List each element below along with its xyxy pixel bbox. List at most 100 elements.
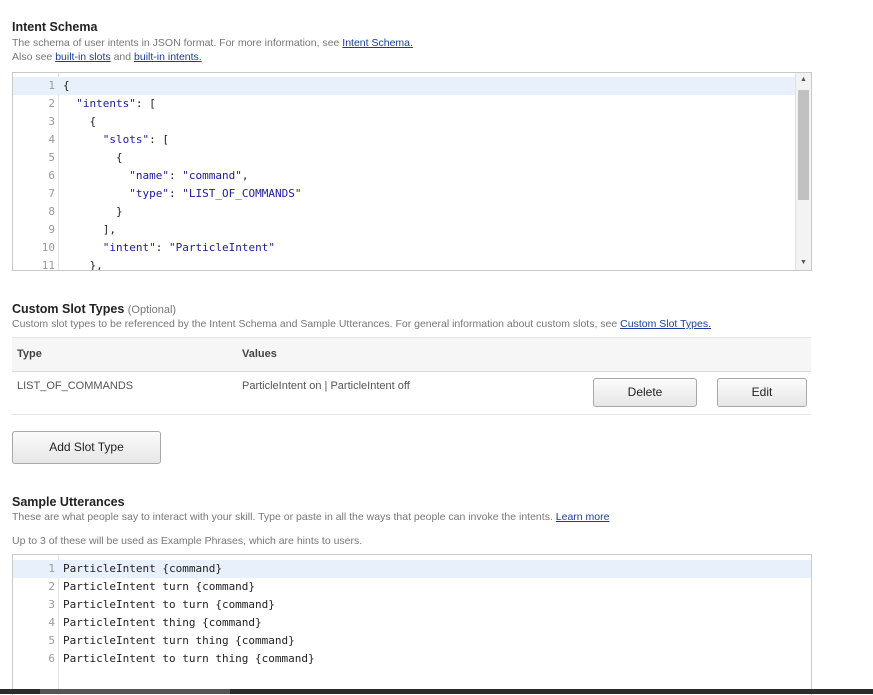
built-in-intents-link[interactable]: built-in intents. xyxy=(134,51,202,63)
intent-schema-link[interactable]: Intent Schema. xyxy=(342,37,413,49)
code-text: ], xyxy=(63,221,116,239)
custom-slot-types-title: Custom Slot Types (Optional) xyxy=(12,302,176,316)
utterance-text: ParticleIntent {command} xyxy=(63,562,222,575)
json-punctuation: }, xyxy=(63,259,103,271)
utterance-line[interactable]: 2 ParticleIntent turn {command} xyxy=(13,578,811,596)
line-number: 6 xyxy=(48,169,55,182)
json-punctuation: { xyxy=(63,79,70,92)
code-line[interactable]: 7 "type": "LIST_OF_COMMANDS" xyxy=(13,185,796,203)
custom-slot-types-desc-text: Custom slot types to be referenced by th… xyxy=(12,318,621,330)
json-punctuation: : xyxy=(168,169,183,182)
line-number: 4 xyxy=(48,616,55,629)
code-text: "intent": "ParticleIntent" xyxy=(63,239,275,257)
intent-schema-description: The schema of user intents in JSON forma… xyxy=(12,36,413,64)
utterance-line[interactable]: 3 ParticleIntent to turn {command} xyxy=(13,596,811,614)
json-punctuation xyxy=(63,97,76,110)
code-text: { xyxy=(63,113,96,131)
line-number: 2 xyxy=(48,580,55,593)
json-punctuation: : xyxy=(168,187,183,200)
line-number: 1 xyxy=(48,79,55,92)
intent-schema-desc-text-2: Also see xyxy=(12,51,56,63)
line-number: 5 xyxy=(48,634,55,647)
triangle-down-icon[interactable]: ▼ xyxy=(796,256,811,270)
optional-label: (Optional) xyxy=(127,304,177,316)
triangle-up-icon[interactable]: ▲ xyxy=(796,73,811,87)
json-punctuation xyxy=(63,133,103,146)
utterance-text: ParticleIntent turn thing {command} xyxy=(63,634,295,647)
json-string: "name" xyxy=(129,169,169,182)
code-line[interactable]: 8 } xyxy=(13,203,796,221)
code-text: "type": "LIST_OF_COMMANDS" xyxy=(63,185,301,203)
sample-utterances-description: These are what people say to interact wi… xyxy=(12,510,609,524)
intent-schema-editor[interactable]: 1{2 "intents": [3 {4 "slots": [5 {6 "nam… xyxy=(12,72,812,271)
delete-button[interactable]: Delete xyxy=(593,378,697,407)
slot-type-values: ParticleIntent on | ParticleIntent off xyxy=(242,380,410,392)
add-slot-type-button[interactable]: Add Slot Type xyxy=(12,431,161,464)
utterance-line[interactable]: 4 ParticleIntent thing {command} xyxy=(13,614,811,632)
json-punctuation xyxy=(63,241,103,254)
utterance-line[interactable]: 6 ParticleIntent to turn thing {command} xyxy=(13,650,811,668)
line-number: 3 xyxy=(48,115,55,128)
intent-schema-desc-text: The schema of user intents in JSON forma… xyxy=(12,37,343,49)
json-punctuation: } xyxy=(63,205,123,218)
json-string: "command" xyxy=(182,169,242,182)
custom-slot-types-link[interactable]: Custom Slot Types. xyxy=(620,318,711,330)
sample-utterances-editor[interactable]: 1 ParticleIntent {command} 2 ParticleIntent… xyxy=(12,554,812,695)
line-number: 9 xyxy=(48,223,55,236)
line-number: 10 xyxy=(41,241,55,254)
utterance-line[interactable]: 5 ParticleIntent turn thing {command} xyxy=(13,632,811,650)
intent-schema-desc-and: and xyxy=(110,51,135,63)
learn-more-link[interactable]: Learn more xyxy=(556,511,610,523)
line-number: 11 xyxy=(41,259,55,271)
json-string: "LIST_OF_COMMANDS" xyxy=(182,187,302,200)
code-line[interactable]: 9 ], xyxy=(13,221,796,239)
code-text: "intents": [ xyxy=(63,95,155,113)
custom-slot-types-description: Custom slot types to be referenced by th… xyxy=(12,317,711,331)
json-string: "ParticleIntent" xyxy=(168,241,275,254)
line-number: 1 xyxy=(48,562,55,575)
line-number: 5 xyxy=(48,151,55,164)
utterance-text: ParticleIntent to turn {command} xyxy=(63,598,275,611)
slot-types-table-header: Type Values xyxy=(12,337,811,372)
json-punctuation xyxy=(63,169,129,182)
utterance-line[interactable]: 1 ParticleIntent {command} xyxy=(13,560,811,578)
json-punctuation: : [ xyxy=(149,133,169,146)
json-punctuation: { xyxy=(63,115,97,128)
line-number: 8 xyxy=(48,205,55,218)
json-punctuation: ], xyxy=(63,223,116,236)
utterance-text: ParticleIntent turn {command} xyxy=(63,580,256,593)
sample-utterances-title: Sample Utterances xyxy=(12,495,125,509)
code-line[interactable]: 3 { xyxy=(13,113,796,131)
json-punctuation: , xyxy=(241,169,249,182)
code-line[interactable]: 10 "intent": "ParticleIntent" xyxy=(13,239,796,257)
bottom-scrollbar[interactable] xyxy=(0,689,873,694)
custom-slot-types-title-text: Custom Slot Types xyxy=(12,302,125,316)
edit-button[interactable]: Edit xyxy=(717,378,807,407)
line-number: 6 xyxy=(48,652,55,665)
built-in-slots-link[interactable]: built-in slots xyxy=(55,51,110,63)
code-line[interactable]: 2 "intents": [ xyxy=(13,95,796,113)
example-phrases-note: Up to 3 of these will be used as Example… xyxy=(12,535,363,547)
json-string: "intent" xyxy=(102,241,156,254)
sample-utterances-desc-text: These are what people say to interact wi… xyxy=(12,511,556,523)
json-string: "intents" xyxy=(76,97,136,110)
line-number: 4 xyxy=(48,133,55,146)
code-line[interactable]: 4 "slots": [ xyxy=(13,131,796,149)
code-line[interactable]: 11 }, xyxy=(13,257,796,271)
code-line[interactable]: 5 { xyxy=(13,149,796,167)
utterance-text: ParticleIntent to turn thing {command} xyxy=(63,652,315,665)
editor-scrollbar[interactable]: ▲ ▼ xyxy=(795,73,811,270)
line-number: 3 xyxy=(48,598,55,611)
code-text: }, xyxy=(63,257,103,271)
code-line[interactable]: 6 "name": "command", xyxy=(13,167,796,185)
code-text: { xyxy=(63,77,70,95)
utterance-text: ParticleIntent thing {command} xyxy=(63,616,262,629)
scrollbar-thumb[interactable] xyxy=(798,90,809,200)
code-text: } xyxy=(63,203,123,221)
table-row: LIST_OF_COMMANDS ParticleIntent on | Par… xyxy=(12,371,811,415)
column-header-type: Type xyxy=(17,348,42,360)
line-number: 2 xyxy=(48,97,55,110)
code-line[interactable]: 1{ xyxy=(13,77,796,95)
slot-type-name: LIST_OF_COMMANDS xyxy=(17,380,134,392)
json-string: "slots" xyxy=(102,133,150,146)
